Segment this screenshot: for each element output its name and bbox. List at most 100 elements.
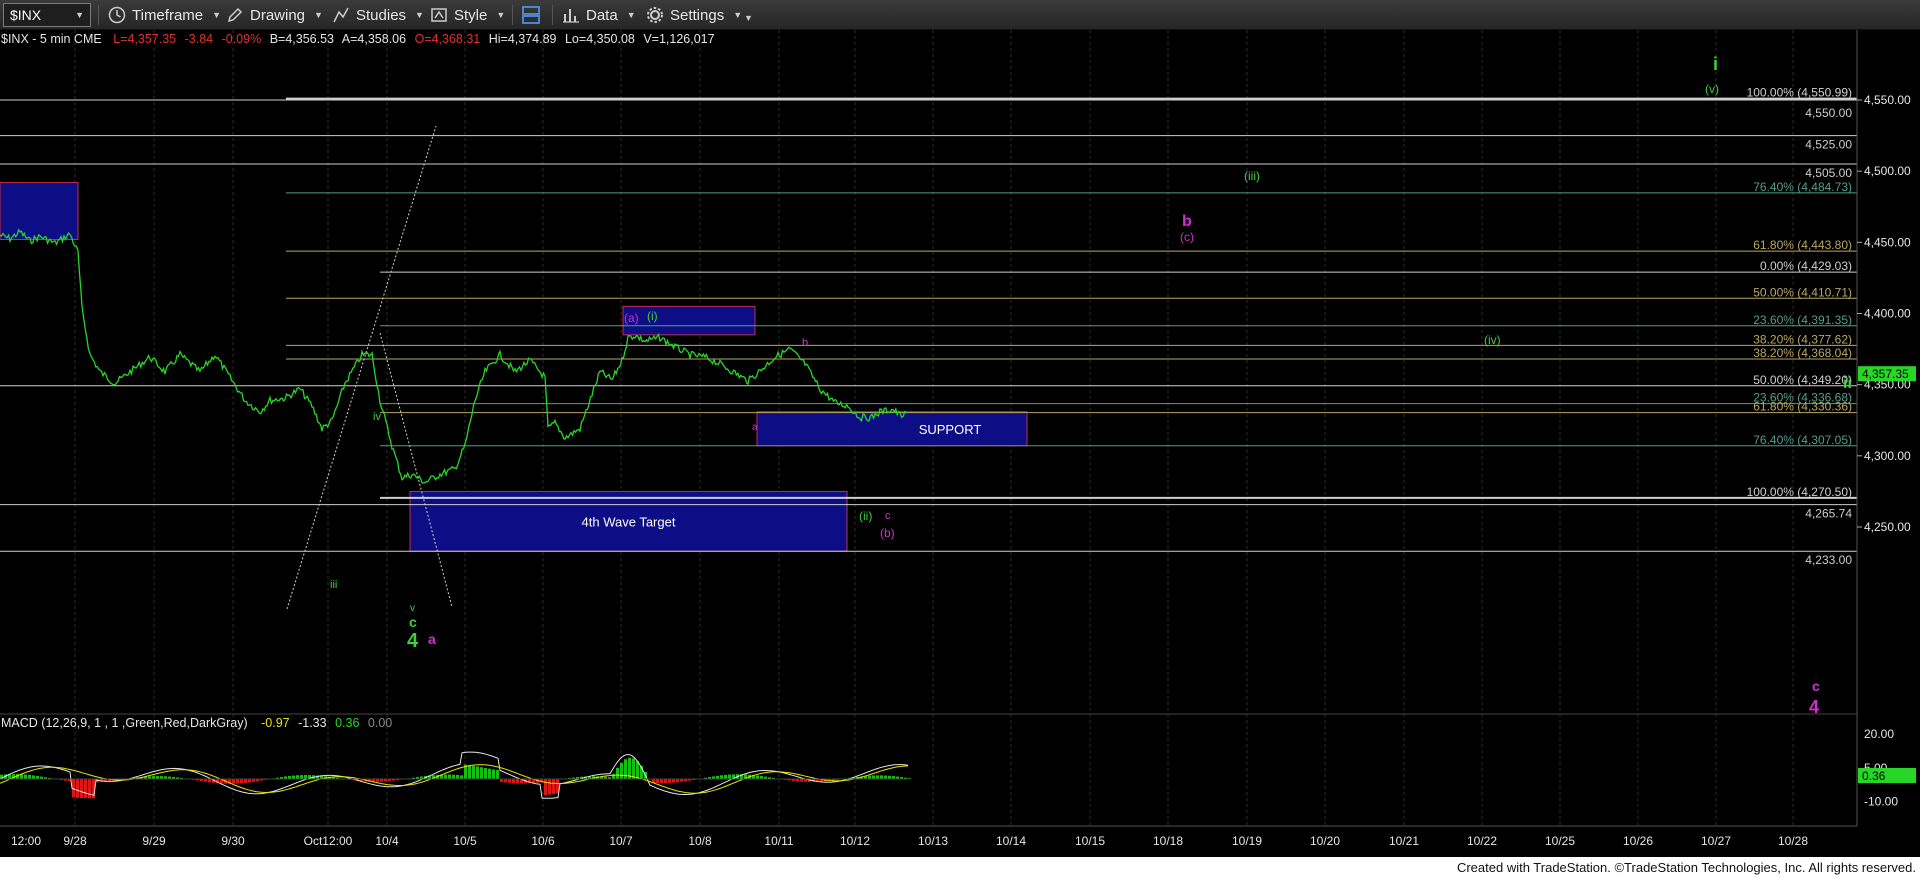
macd-hist-bar xyxy=(724,774,727,779)
time-tick-label: 12:00 xyxy=(11,834,41,848)
time-tick-label: 10/20 xyxy=(1310,834,1340,848)
time-tick-label: 10/21 xyxy=(1389,834,1419,848)
caret-down-icon: ▼ xyxy=(744,13,753,23)
pencil-icon xyxy=(227,7,243,23)
caret-down-icon: ▼ xyxy=(314,10,323,20)
macd-hist-bar xyxy=(452,774,455,779)
studies-button[interactable]: Studies ▼ xyxy=(332,3,424,27)
timeframe-button[interactable]: Timeframe ▼ xyxy=(108,3,221,27)
layout-button[interactable] xyxy=(521,3,547,27)
macd-hist-bar xyxy=(664,779,667,784)
wave-label-4-green: 4 xyxy=(407,630,419,652)
macd-hist-bar xyxy=(304,774,307,779)
wave-label-iii-paren: (iii) xyxy=(1244,169,1260,183)
wave-label-i: i xyxy=(1713,54,1718,74)
gear-icon xyxy=(647,7,663,23)
fib-levels: 100.00% (4,550.99) 4,550.00 4,525.00 4,505.… xyxy=(0,86,1857,567)
symbol-input[interactable]: $INX ▼ xyxy=(3,3,91,27)
macd-hist-bar xyxy=(720,775,723,779)
wave-label-a-small: a xyxy=(752,422,758,433)
macd-pane: MACD (12,26,9, 1 , 1 ,Green,Red,DarkGray… xyxy=(0,713,1916,809)
caret-down-icon: ▼ xyxy=(626,10,636,20)
level-label: 50.00% (4,349.20) xyxy=(1753,373,1852,387)
style-icon xyxy=(431,8,447,22)
macd-hist-bar xyxy=(660,779,663,784)
time-tick-label: 10/27 xyxy=(1701,834,1731,848)
macd-hist-bar xyxy=(300,775,303,779)
open-price: O=4,368.31 xyxy=(415,32,481,46)
chevron-down-icon: ▼ xyxy=(75,10,84,20)
macd-hist-bar xyxy=(460,775,463,779)
level-label: 0.00% (4,429.03) xyxy=(1760,259,1852,273)
macd-hist-bar xyxy=(872,775,875,779)
time-tick-label: 9/29 xyxy=(142,834,166,848)
svg-text:MACD (12,26,9, 1 , 1 ,Green,Re: MACD (12,26,9, 1 , 1 ,Green,Red,DarkGray… xyxy=(1,716,392,730)
macd-hist-bar xyxy=(504,779,507,783)
level-label: 61.80% (4,443.80) xyxy=(1753,238,1852,252)
wave-label-a-magenta: a xyxy=(428,631,436,647)
level-label: 4,233.00 xyxy=(1805,553,1852,567)
time-tick-label: Oct12:00 xyxy=(304,834,353,848)
toolbar-separator xyxy=(512,5,513,25)
time-tick-label: 10/8 xyxy=(688,834,712,848)
price-change: -3.84 xyxy=(185,32,214,46)
data-button[interactable]: Data ▼ xyxy=(562,3,636,27)
time-tick-label: 10/4 xyxy=(375,834,399,848)
macd-hist-bar xyxy=(668,779,671,783)
price-change-pct: -0.09% xyxy=(222,32,262,46)
drawing-button[interactable]: Drawing ▼ xyxy=(226,3,323,27)
wave-label-b-paren: (b) xyxy=(880,526,895,540)
wave-label-c-magenta: c xyxy=(885,510,891,522)
macd-hist-bar xyxy=(728,774,731,779)
wave-label-v-paren: (v) xyxy=(1705,82,1719,96)
macd-hist-bar xyxy=(28,774,31,779)
target-box-label: SUPPORT xyxy=(919,422,982,437)
time-tick-label: 10/28 xyxy=(1778,834,1808,848)
drawing-label: Drawing xyxy=(250,6,306,24)
level-label: 23.60% (4,391.35) xyxy=(1753,313,1852,327)
price-tick-label: 4,300.00 xyxy=(1864,449,1911,463)
macd-hist-bar xyxy=(548,779,551,795)
macd-hist-bar xyxy=(236,779,239,784)
macd-hist-bar xyxy=(240,779,243,784)
price-tick-label: 4,450.00 xyxy=(1864,235,1911,249)
level-label: 4,265.74 xyxy=(1805,507,1852,521)
level-label: 61.80% (4,330.36) xyxy=(1753,400,1852,414)
macd-tag: 0.36 xyxy=(1862,769,1886,783)
chart-area[interactable]: SUPPORT 4th Wave Target 100.00% (4,550.99… xyxy=(0,30,1920,857)
settings-button[interactable]: Settings ▼ xyxy=(646,3,742,27)
high-price: Hi=4,374.89 xyxy=(489,32,557,46)
macd-hist-bar xyxy=(84,779,87,799)
macd-value-3: 0.36 xyxy=(335,716,359,730)
macd-hist-bar xyxy=(456,774,459,779)
style-button[interactable]: Style ▼ xyxy=(430,3,505,27)
level-label: 76.40% (4,484.73) xyxy=(1753,180,1852,194)
level-label: 50.00% (4,410.71) xyxy=(1753,285,1852,299)
wave-label-v: v xyxy=(410,603,415,614)
toolbar-overflow-caret[interactable]: ▼ xyxy=(744,6,753,30)
settings-label: Settings xyxy=(670,6,725,24)
last-price-tag: 4,357.35 xyxy=(1858,366,1916,382)
wave-label-iii: iii xyxy=(330,579,337,591)
timeframe-label: Timeframe xyxy=(132,6,204,24)
macd-hist-bar xyxy=(672,779,675,783)
low-price: Lo=4,350.08 xyxy=(565,32,635,46)
time-tick-label: 10/26 xyxy=(1623,834,1653,848)
studies-label: Studies xyxy=(356,6,407,24)
time-tick-label: 10/13 xyxy=(918,834,948,848)
clock-icon xyxy=(108,6,126,24)
price-tick-label: 4,250.00 xyxy=(1864,520,1911,534)
macd-hist-bar xyxy=(488,768,491,779)
macd-hist-bar xyxy=(88,779,91,799)
macd-hist-bar xyxy=(544,779,547,796)
macd-axis: 20.005.00-10.00 xyxy=(0,727,1898,809)
level-label: 4,525.00 xyxy=(1805,138,1852,152)
level-label: 4,550.00 xyxy=(1805,106,1852,120)
wave-label-a-paren: (a) xyxy=(624,311,639,325)
macd-hist-bar xyxy=(620,762,623,779)
toolbar: $INX ▼ Timeframe ▼ Drawing ▼ Studies ▼ Styl… xyxy=(0,0,1920,30)
time-axis: 12:00 9/28 9/29 9/30 Oct12:00 10/4 10/5 10/6 10/… xyxy=(0,825,1857,848)
time-tick-label: 10/7 xyxy=(609,834,633,848)
bid-price: B=4,356.53 xyxy=(270,32,334,46)
last-price: L=4,357.35 xyxy=(113,32,176,46)
